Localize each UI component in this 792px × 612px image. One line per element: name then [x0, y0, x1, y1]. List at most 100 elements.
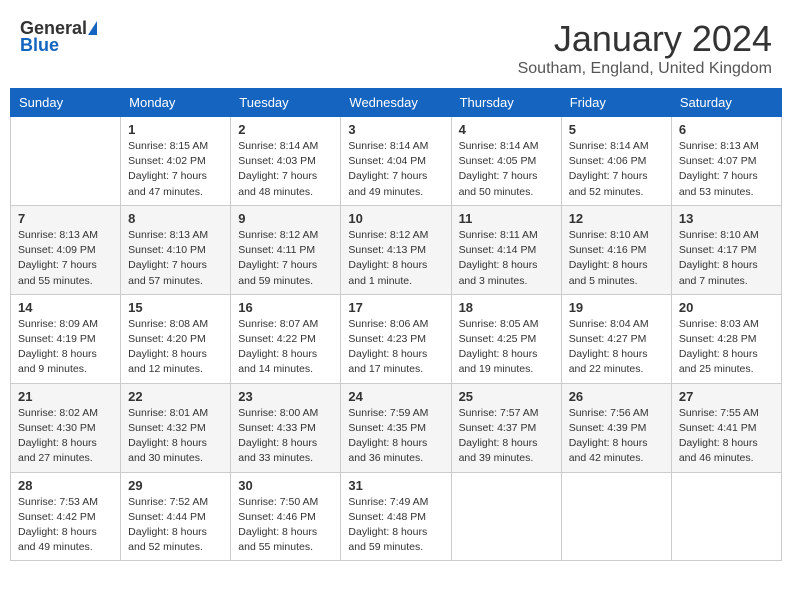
calendar-cell: 14 Sunrise: 8:09 AMSunset: 4:19 PMDayligh… — [11, 294, 121, 383]
day-info: Sunrise: 8:02 AMSunset: 4:30 PMDaylight:… — [18, 406, 113, 467]
day-info: Sunrise: 8:03 AMSunset: 4:28 PMDaylight:… — [679, 317, 774, 378]
calendar-cell: 18 Sunrise: 8:05 AMSunset: 4:25 PMDayligh… — [451, 294, 561, 383]
month-title: January 2024 — [518, 18, 772, 60]
day-number: 26 — [569, 389, 664, 404]
day-info: Sunrise: 8:14 AMSunset: 4:04 PMDaylight:… — [348, 139, 443, 200]
day-info: Sunrise: 8:06 AMSunset: 4:23 PMDaylight:… — [348, 317, 443, 378]
day-info: Sunrise: 8:07 AMSunset: 4:22 PMDaylight:… — [238, 317, 333, 378]
calendar-cell: 15 Sunrise: 8:08 AMSunset: 4:20 PMDayligh… — [121, 294, 231, 383]
day-info: Sunrise: 7:57 AMSunset: 4:37 PMDaylight:… — [459, 406, 554, 467]
weekday-header-monday: Monday — [121, 89, 231, 117]
day-number: 9 — [238, 211, 333, 226]
day-info: Sunrise: 8:04 AMSunset: 4:27 PMDaylight:… — [569, 317, 664, 378]
day-info: Sunrise: 7:55 AMSunset: 4:41 PMDaylight:… — [679, 406, 774, 467]
calendar-cell: 5 Sunrise: 8:14 AMSunset: 4:06 PMDaylight… — [561, 117, 671, 206]
calendar-cell — [671, 472, 781, 561]
day-number: 13 — [679, 211, 774, 226]
day-info: Sunrise: 8:10 AMSunset: 4:16 PMDaylight:… — [569, 228, 664, 289]
weekday-header-saturday: Saturday — [671, 89, 781, 117]
day-number: 2 — [238, 122, 333, 137]
day-info: Sunrise: 8:12 AMSunset: 4:13 PMDaylight:… — [348, 228, 443, 289]
day-info: Sunrise: 8:13 AMSunset: 4:09 PMDaylight:… — [18, 228, 113, 289]
calendar-cell: 4 Sunrise: 8:14 AMSunset: 4:05 PMDaylight… — [451, 117, 561, 206]
calendar-cell: 23Sunrise: 8:00 AMSunset: 4:33 PMDayligh… — [231, 383, 341, 472]
day-number: 17 — [348, 300, 443, 315]
calendar-cell — [451, 472, 561, 561]
day-number: 4 — [459, 122, 554, 137]
title-area: January 2024 Southam, England, United Ki… — [518, 18, 772, 78]
calendar-cell: 31 Sunrise: 7:49 AMSunset: 4:48 PMDayligh… — [341, 472, 451, 561]
day-number: 29 — [128, 478, 223, 493]
day-info: Sunrise: 8:14 AMSunset: 4:06 PMDaylight:… — [569, 139, 664, 200]
calendar-cell: 26 Sunrise: 7:56 AMSunset: 4:39 PMDayligh… — [561, 383, 671, 472]
calendar-cell: 16 Sunrise: 8:07 AMSunset: 4:22 PMDayligh… — [231, 294, 341, 383]
day-number: 6 — [679, 122, 774, 137]
calendar-cell: 21 Sunrise: 8:02 AMSunset: 4:30 PMDayligh… — [11, 383, 121, 472]
day-info: Sunrise: 8:08 AMSunset: 4:20 PMDaylight:… — [128, 317, 223, 378]
day-number: 19 — [569, 300, 664, 315]
day-info: Sunrise: 8:14 AMSunset: 4:05 PMDaylight:… — [459, 139, 554, 200]
day-info: Sunrise: 8:10 AMSunset: 4:17 PMDaylight:… — [679, 228, 774, 289]
weekday-header-tuesday: Tuesday — [231, 89, 341, 117]
calendar-cell: 28Sunrise: 7:53 AMSunset: 4:42 PMDayligh… — [11, 472, 121, 561]
day-number: 28 — [18, 478, 113, 493]
day-info: Sunrise: 8:05 AMSunset: 4:25 PMDaylight:… — [459, 317, 554, 378]
day-info: Sunrise: 8:11 AMSunset: 4:14 PMDaylight:… — [459, 228, 554, 289]
header: General Blue January 2024 Southam, Engla… — [10, 10, 782, 84]
calendar-cell: 10 Sunrise: 8:12 AMSunset: 4:13 PMDayligh… — [341, 205, 451, 294]
day-number: 5 — [569, 122, 664, 137]
day-number: 11 — [459, 211, 554, 226]
weekday-header-thursday: Thursday — [451, 89, 561, 117]
day-info: Sunrise: 8:15 AMSunset: 4:02 PMDaylight:… — [128, 139, 223, 200]
day-info: Sunrise: 8:13 AMSunset: 4:07 PMDaylight:… — [679, 139, 774, 200]
calendar-cell: 8 Sunrise: 8:13 AMSunset: 4:10 PMDaylight… — [121, 205, 231, 294]
day-number: 8 — [128, 211, 223, 226]
day-info: Sunrise: 8:09 AMSunset: 4:19 PMDaylight:… — [18, 317, 113, 378]
calendar-cell: 24Sunrise: 7:59 AMSunset: 4:35 PMDayligh… — [341, 383, 451, 472]
day-number: 14 — [18, 300, 113, 315]
day-number: 20 — [679, 300, 774, 315]
location-title: Southam, England, United Kingdom — [518, 60, 772, 78]
day-number: 10 — [348, 211, 443, 226]
day-info: Sunrise: 8:12 AMSunset: 4:11 PMDaylight:… — [238, 228, 333, 289]
calendar: SundayMondayTuesdayWednesdayThursdayFrid… — [10, 88, 782, 561]
day-info: Sunrise: 7:49 AMSunset: 4:48 PMDaylight:… — [348, 495, 443, 556]
calendar-cell: 30Sunrise: 7:50 AMSunset: 4:46 PMDayligh… — [231, 472, 341, 561]
calendar-cell: 25Sunrise: 7:57 AMSunset: 4:37 PMDayligh… — [451, 383, 561, 472]
day-number: 3 — [348, 122, 443, 137]
calendar-cell: 29 Sunrise: 7:52 AMSunset: 4:44 PMDayligh… — [121, 472, 231, 561]
day-number: 21 — [18, 389, 113, 404]
weekday-header-sunday: Sunday — [11, 89, 121, 117]
day-info: Sunrise: 7:59 AMSunset: 4:35 PMDaylight:… — [348, 406, 443, 467]
day-number: 18 — [459, 300, 554, 315]
calendar-cell: 19 Sunrise: 8:04 AMSunset: 4:27 PMDayligh… — [561, 294, 671, 383]
day-info: Sunrise: 8:13 AMSunset: 4:10 PMDaylight:… — [128, 228, 223, 289]
day-number: 30 — [238, 478, 333, 493]
calendar-cell: 2 Sunrise: 8:14 AMSunset: 4:03 PMDaylight… — [231, 117, 341, 206]
day-number: 1 — [128, 122, 223, 137]
calendar-cell: 7 Sunrise: 8:13 AMSunset: 4:09 PMDaylight… — [11, 205, 121, 294]
day-info: Sunrise: 7:56 AMSunset: 4:39 PMDaylight:… — [569, 406, 664, 467]
day-info: Sunrise: 8:01 AMSunset: 4:32 PMDaylight:… — [128, 406, 223, 467]
day-number: 7 — [18, 211, 113, 226]
day-number: 31 — [348, 478, 443, 493]
calendar-cell: 9 Sunrise: 8:12 AMSunset: 4:11 PMDaylight… — [231, 205, 341, 294]
calendar-cell: 20 Sunrise: 8:03 AMSunset: 4:28 PMDayligh… — [671, 294, 781, 383]
calendar-cell: 13 Sunrise: 8:10 AMSunset: 4:17 PMDayligh… — [671, 205, 781, 294]
calendar-cell: 22 Sunrise: 8:01 AMSunset: 4:32 PMDayligh… — [121, 383, 231, 472]
day-number: 12 — [569, 211, 664, 226]
day-info: Sunrise: 8:14 AMSunset: 4:03 PMDaylight:… — [238, 139, 333, 200]
calendar-cell — [11, 117, 121, 206]
weekday-header-wednesday: Wednesday — [341, 89, 451, 117]
calendar-cell — [561, 472, 671, 561]
logo-blue-text: Blue — [20, 35, 59, 56]
day-number: 16 — [238, 300, 333, 315]
day-number: 15 — [128, 300, 223, 315]
calendar-cell: 1 Sunrise: 8:15 AMSunset: 4:02 PMDaylight… — [121, 117, 231, 206]
calendar-cell: 3 Sunrise: 8:14 AMSunset: 4:04 PMDaylight… — [341, 117, 451, 206]
day-info: Sunrise: 7:52 AMSunset: 4:44 PMDaylight:… — [128, 495, 223, 556]
calendar-cell: 11 Sunrise: 8:11 AMSunset: 4:14 PMDayligh… — [451, 205, 561, 294]
day-number: 27 — [679, 389, 774, 404]
day-number: 22 — [128, 389, 223, 404]
calendar-cell: 6 Sunrise: 8:13 AMSunset: 4:07 PMDaylight… — [671, 117, 781, 206]
